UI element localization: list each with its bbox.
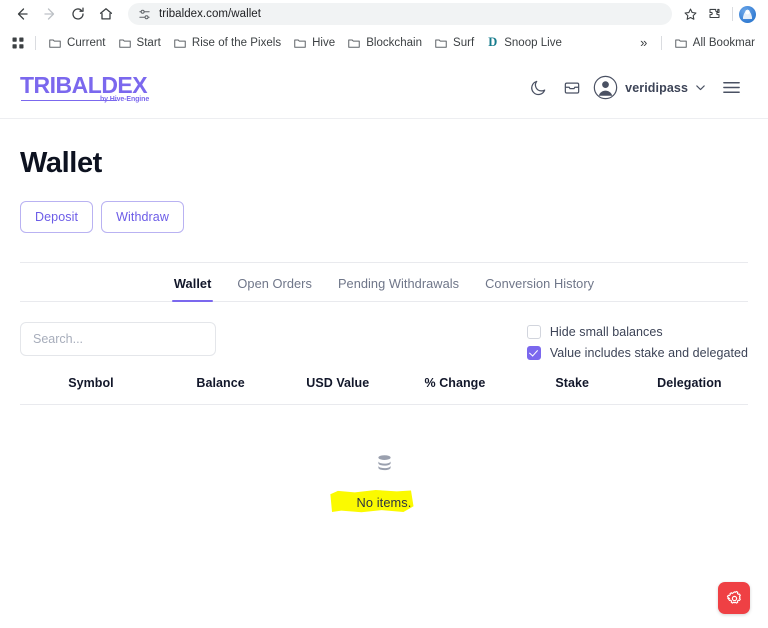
puzzle-piece-icon xyxy=(708,8,720,18)
value-includes-stake-option[interactable]: Value includes stake and delegated xyxy=(526,346,748,360)
folder-icon xyxy=(348,39,360,48)
folder-icon xyxy=(294,39,306,48)
divider-below-tabs xyxy=(20,301,748,302)
back-button[interactable] xyxy=(8,0,36,28)
folder-icon xyxy=(675,39,687,48)
bookmark-label: Current xyxy=(67,36,106,49)
back-arrow-icon xyxy=(17,8,28,20)
folder-icon xyxy=(435,39,447,48)
snoop-d-favicon: D xyxy=(488,35,498,50)
bookmarks-divider-right xyxy=(660,35,662,50)
folder-icon xyxy=(174,39,186,48)
username-label: veridipass xyxy=(625,80,688,95)
wallet-tabs: Wallet Open Orders Pending Withdrawals C… xyxy=(20,263,748,302)
checkbox-label: Hide small balances xyxy=(549,325,663,339)
column-header-delegation[interactable]: Delegation xyxy=(630,376,748,405)
home-icon xyxy=(99,8,113,20)
site-header: TRIBALDEX by Hive-Engine veridipass xyxy=(0,57,768,119)
tab-pending-withdrawals[interactable]: Pending Withdrawals xyxy=(336,276,461,301)
logo-subtitle: by Hive-Engine xyxy=(99,96,150,103)
column-header-stake[interactable]: Stake xyxy=(513,376,631,405)
bookmarks-bar: Current Start Rise of the Pixels Hive Bl xyxy=(0,28,768,57)
bookmark-surf[interactable]: Surf xyxy=(428,32,480,54)
withdraw-button[interactable]: Withdraw xyxy=(101,201,184,233)
tab-wallet[interactable]: Wallet xyxy=(171,276,214,302)
moon-icon xyxy=(530,80,545,96)
search-input[interactable] xyxy=(20,322,216,356)
bookmark-label: Rise of the Pixels xyxy=(191,36,282,49)
column-header-symbol[interactable]: Symbol xyxy=(20,376,162,405)
folder-icon xyxy=(49,39,61,48)
bookmark-label: Hive xyxy=(312,36,336,49)
bookmark-star-button[interactable] xyxy=(678,2,702,26)
hide-small-balances-option[interactable]: Hide small balances xyxy=(526,325,748,339)
profile-avatar-icon[interactable] xyxy=(739,5,756,23)
user-avatar-icon xyxy=(593,75,618,100)
bookmark-snoop-live[interactable]: D Snoop Live xyxy=(480,32,568,54)
bookmark-hive[interactable]: Hive xyxy=(287,32,341,54)
site-settings-tune-icon[interactable] xyxy=(137,7,151,21)
table-header-row: Symbol Balance USD Value % Change Stake … xyxy=(20,376,748,405)
url-text: tribaldex.com/wallet xyxy=(159,8,261,20)
apps-grid-icon[interactable] xyxy=(7,32,29,54)
wallet-table: Symbol Balance USD Value % Change Stake … xyxy=(20,376,748,405)
bookmark-label: All Bookmar xyxy=(692,36,755,49)
forward-arrow-icon xyxy=(44,8,55,20)
bookmark-all-bookmarks[interactable]: All Bookmar xyxy=(668,32,761,54)
column-header-percent-change[interactable]: % Change xyxy=(396,376,514,405)
bookmark-blockchain[interactable]: Blockchain xyxy=(341,32,428,54)
database-stack-icon xyxy=(374,453,395,479)
filter-row: Hide small balances Value includes stake… xyxy=(20,322,748,360)
bookmark-rise-of-the-pixels[interactable]: Rise of the Pixels xyxy=(167,32,287,54)
browser-chrome: tribaldex.com/wallet Current Start Rise … xyxy=(0,0,768,57)
star-icon xyxy=(684,8,696,20)
tab-conversion-history[interactable]: Conversion History xyxy=(483,276,596,301)
bookmarks-divider xyxy=(35,35,36,50)
hamburger-menu-icon xyxy=(722,82,740,93)
column-header-usd-value[interactable]: USD Value xyxy=(279,376,397,405)
empty-state-message: No items. xyxy=(330,489,419,514)
column-header-balance[interactable]: Balance xyxy=(161,376,280,405)
tribaldex-logo[interactable]: TRIBALDEX by Hive-Engine xyxy=(20,72,150,104)
reload-icon xyxy=(72,7,84,20)
gear-settings-icon xyxy=(726,590,741,604)
checkbox-label: Value includes stake and delegated xyxy=(549,346,748,360)
empty-state-text: No items. xyxy=(356,495,412,510)
home-button[interactable] xyxy=(92,0,120,28)
bookmark-current[interactable]: Current xyxy=(42,32,112,54)
logo-wordmark: TRIBALDEX xyxy=(20,72,148,98)
hamburger-menu-button[interactable] xyxy=(714,71,748,105)
table-header: Symbol Balance USD Value % Change Stake … xyxy=(20,376,748,405)
checkbox-checked[interactable] xyxy=(526,346,541,360)
wallet-action-buttons: Deposit Withdraw xyxy=(20,201,748,233)
bookmark-label: Start xyxy=(136,36,161,49)
bookmarks-overflow-button[interactable]: » xyxy=(633,32,655,54)
page-content: Wallet Deposit Withdraw Wallet Open Orde… xyxy=(0,147,768,514)
header-actions: veridipass xyxy=(521,71,748,105)
checkbox-unchecked[interactable] xyxy=(526,325,541,339)
bookmark-label: Snoop Live xyxy=(504,36,562,49)
settings-floating-button[interactable] xyxy=(718,582,750,614)
page-title: Wallet xyxy=(20,147,102,179)
bookmark-start[interactable]: Start xyxy=(112,32,167,54)
browser-navigation-bar: tribaldex.com/wallet xyxy=(0,0,768,28)
dark-mode-toggle[interactable] xyxy=(521,71,555,105)
deposit-button[interactable]: Deposit xyxy=(20,201,94,233)
chevron-down-icon xyxy=(696,85,705,91)
balance-filter-options: Hide small balances Value includes stake… xyxy=(526,322,748,360)
wallet-archive-icon xyxy=(564,82,580,94)
bookmark-label: Surf xyxy=(453,36,475,49)
tab-open-orders[interactable]: Open Orders xyxy=(235,276,314,301)
reload-button[interactable] xyxy=(64,0,92,28)
empty-state: No items. xyxy=(20,405,748,514)
user-menu[interactable]: veridipass xyxy=(589,71,714,105)
toolbar-divider xyxy=(732,7,733,21)
forward-button[interactable] xyxy=(36,0,64,28)
folder-icon xyxy=(118,39,131,48)
extensions-button[interactable] xyxy=(702,2,726,26)
address-bar[interactable]: tribaldex.com/wallet xyxy=(128,3,672,25)
bookmark-label: Blockchain xyxy=(366,36,423,49)
wallet-button[interactable] xyxy=(555,71,589,105)
